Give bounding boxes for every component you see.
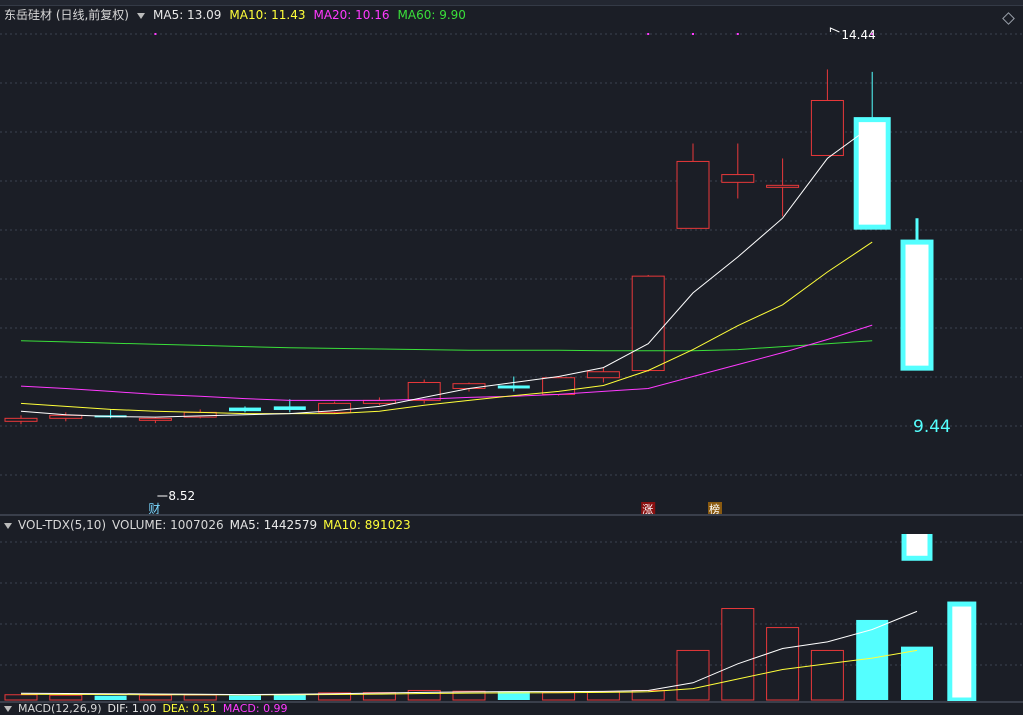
volume-bar	[721, 608, 755, 701]
candle-body-up	[721, 174, 755, 183]
signal-dot	[647, 33, 650, 35]
candle-body-up	[631, 275, 665, 372]
high-price-label: 14.44	[841, 28, 875, 42]
ma5-line	[20, 125, 873, 418]
volume-ma10: MA10: 891023	[323, 518, 411, 532]
volume-bar	[138, 694, 172, 701]
candle-body-down	[497, 385, 530, 389]
volume-bar	[901, 646, 933, 700]
dropdown-icon[interactable]	[137, 12, 145, 19]
macd-dif: DIF: 1.00	[107, 702, 157, 715]
volume-bar	[901, 534, 933, 561]
candle-body-down	[229, 407, 261, 412]
macd-label: MACD(12,26,9)	[18, 702, 102, 715]
signal-dot	[736, 33, 739, 35]
settings-diamond-icon[interactable]	[1002, 12, 1015, 25]
candle-body-up	[766, 184, 800, 188]
volume-bar	[766, 627, 800, 701]
volume-bar	[183, 694, 217, 701]
macd-dropdown-icon[interactable]	[4, 706, 12, 712]
candle-body-down	[853, 117, 891, 230]
volume-dropdown-icon[interactable]	[4, 522, 12, 529]
signal-dot	[154, 33, 157, 35]
candle-body-down	[900, 239, 934, 371]
volume-bar	[810, 649, 844, 701]
ma20-line	[20, 324, 873, 401]
ma60-label: MA60: 9.90	[397, 8, 466, 22]
candle-body-up	[138, 417, 172, 421]
volume-header: VOL-TDX(5,10) VOLUME: 1007026 MA5: 1442579…	[0, 516, 1023, 534]
candle-body-up	[4, 417, 38, 422]
volume-bar	[947, 601, 977, 702]
macd-value: MACD: 0.99	[222, 702, 288, 715]
volume-bar	[49, 694, 83, 701]
candle-body-up	[810, 99, 844, 156]
stock-title: 东岳硅材 (日线,前复权)	[4, 8, 129, 22]
candle-body-up	[586, 371, 620, 379]
macd-header: MACD(12,26,9) DIF: 1.00 DEA: 0.51 MACD: 0.9…	[0, 703, 1023, 715]
signal-dot	[692, 33, 694, 35]
candle-body-up	[542, 377, 576, 395]
volume-bar	[542, 691, 576, 701]
low-price-label: 8.52	[168, 489, 195, 503]
high-price-arrow	[829, 27, 840, 33]
ma60-line	[20, 340, 873, 352]
volume-bar	[94, 695, 127, 700]
last-close-label: 9.44	[913, 417, 951, 437]
candle-body-up	[49, 414, 83, 419]
macd-dea: DEA: 0.51	[162, 702, 217, 715]
volume-bar	[676, 649, 710, 701]
price-chart: 14.448.529.44财涨榜	[0, 27, 1023, 516]
volume-value: VOLUME: 1007026	[112, 518, 224, 532]
candle-body-down	[273, 406, 306, 410]
candle-body-up	[452, 383, 486, 389]
ma5-label: MA5: 13.09	[153, 8, 222, 22]
ma10-label: MA10: 11.43	[229, 8, 306, 22]
ma20-label: MA20: 10.16	[313, 8, 390, 22]
price-header: 东岳硅材 (日线,前复权) MA5: 13.09 MA10: 11.43 MA20: …	[0, 5, 1023, 25]
volume-bar	[586, 691, 620, 701]
volume-bar	[452, 690, 486, 701]
volume-ma5: MA5: 1442579	[229, 518, 318, 532]
volume-label: VOL-TDX(5,10)	[18, 518, 107, 532]
volume-bar	[229, 695, 261, 700]
volume-bar	[4, 694, 38, 701]
candle-body-up	[676, 160, 710, 229]
volume-chart	[0, 534, 1023, 702]
